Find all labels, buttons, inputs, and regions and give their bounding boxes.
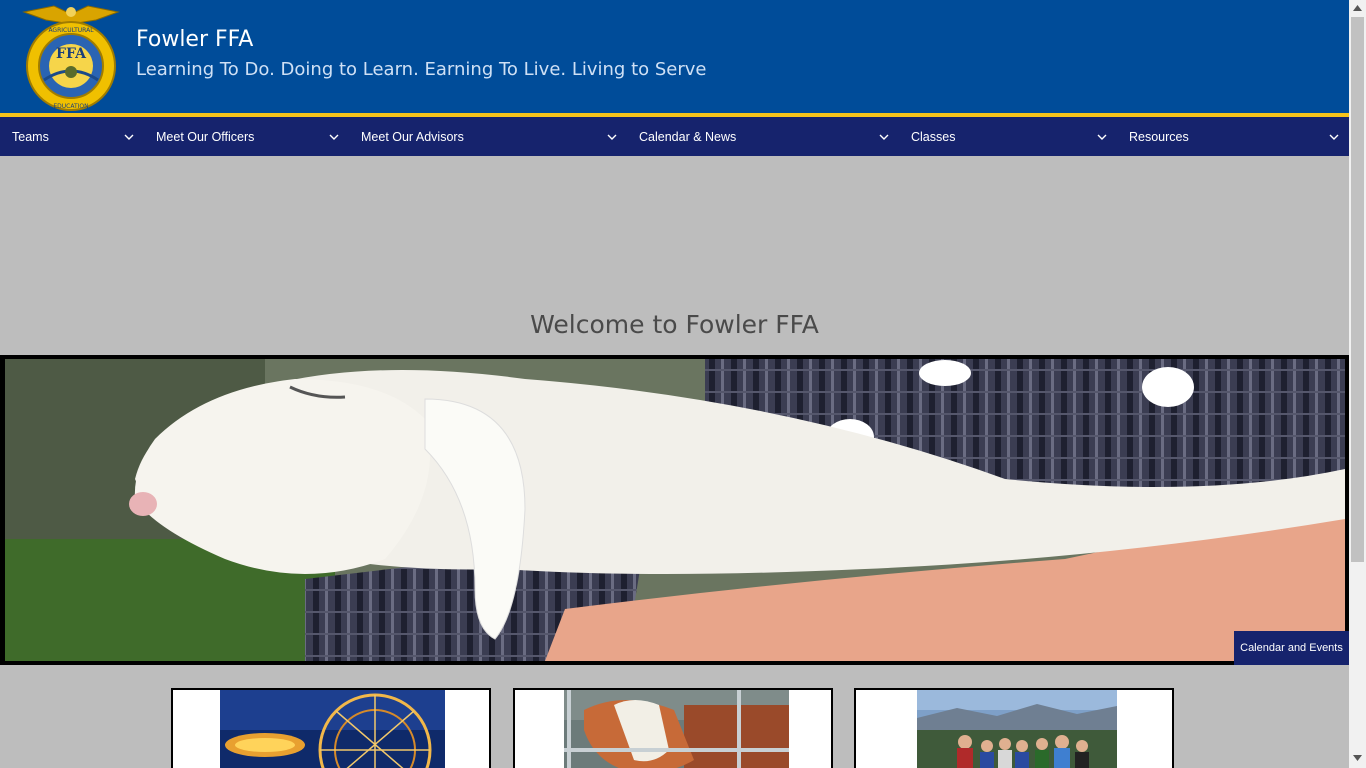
page: FFA AGRICULTURAL EDUCATION Fowler FFA Le… [0,0,1349,768]
calendar-events-button[interactable]: Calendar and Events [1234,631,1349,665]
scroll-down-icon[interactable] [1353,755,1362,761]
feature-card-group[interactable] [854,688,1174,768]
nav-item-officers[interactable]: Meet Our Officers [144,117,349,156]
ffa-emblem-icon[interactable]: FFA AGRICULTURAL EDUCATION [14,0,128,112]
nav-item-label: Classes [911,129,956,144]
nav-item-label: Meet Our Advisors [361,129,464,144]
scrollbar-thumb[interactable] [1351,17,1364,562]
chevron-down-icon [329,134,339,140]
chevron-down-icon [124,134,134,140]
hero-banner [0,355,1349,665]
group-photo [917,690,1117,768]
site-header: FFA AGRICULTURAL EDUCATION Fowler FFA Le… [0,0,1349,113]
fair-rides-photo [220,690,445,768]
site-title[interactable]: Fowler FFA [136,27,253,52]
nav-item-label: Calendar & News [639,129,737,144]
nav-item-calendar-news[interactable]: Calendar & News [627,117,899,156]
feature-card-fair[interactable] [171,688,491,768]
chevron-down-icon [1329,134,1339,140]
chevron-down-icon [1097,134,1107,140]
feature-card-livestock[interactable] [513,688,833,768]
nav-item-advisors[interactable]: Meet Our Advisors [349,117,627,156]
page-scrollbar[interactable] [1349,0,1366,768]
page-title: Welcome to Fowler FFA [530,310,819,339]
nav-item-teams[interactable]: Teams [0,117,144,156]
svg-text:EDUCATION: EDUCATION [53,103,88,110]
nav-item-classes[interactable]: Classes [899,117,1117,156]
svg-text:AGRICULTURAL: AGRICULTURAL [48,27,94,34]
chevron-down-icon [879,134,889,140]
nav-item-label: Meet Our Officers [156,129,255,144]
main-nav: Teams Meet Our Officers Meet Our Advisor… [0,117,1349,156]
nav-item-label: Resources [1129,129,1189,144]
cattle-photo [564,690,789,768]
scroll-up-icon[interactable] [1353,5,1362,11]
nav-item-label: Teams [12,129,49,144]
lamb-photo [5,359,1345,661]
site-tagline: Learning To Do. Doing to Learn. Earning … [136,59,707,80]
nav-item-resources[interactable]: Resources [1117,117,1349,156]
svg-text:FFA: FFA [56,46,87,62]
chevron-down-icon [607,134,617,140]
